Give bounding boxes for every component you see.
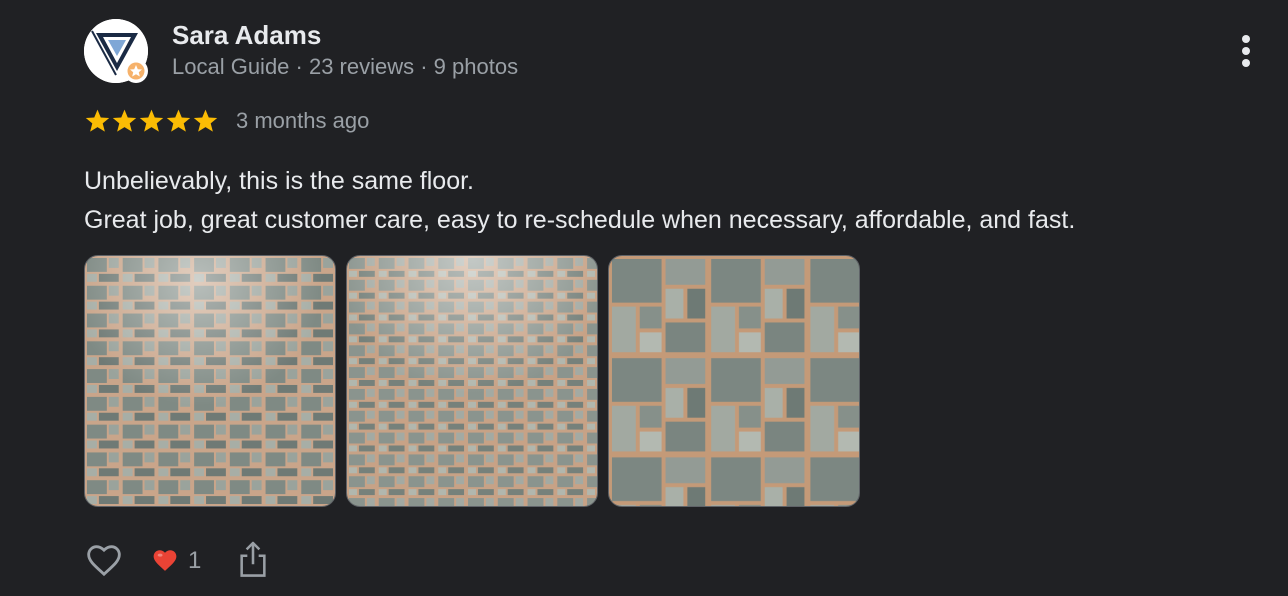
review-line: Unbelievably, this is the same floor. [84, 167, 475, 195]
red-heart-icon [153, 550, 177, 571]
star-icon [112, 109, 137, 132]
local-guide-badge-icon [124, 59, 148, 83]
more-vertical-icon[interactable] [1230, 30, 1262, 74]
star-icon [139, 109, 164, 132]
heart-outline-icon[interactable] [84, 540, 124, 580]
review-text: Unbelievably, this is the same floor. Gr… [84, 162, 1075, 240]
reaction-count: 1 [188, 547, 202, 574]
review-time: 3 months ago [236, 108, 370, 133]
review-line: Great job, great customer care, easy to … [84, 206, 1076, 234]
review-photo-1[interactable] [84, 255, 336, 507]
review-photo-2[interactable] [346, 255, 598, 507]
star-icon [166, 109, 191, 132]
reviewer-name[interactable]: Sara Adams [172, 19, 321, 51]
share-icon[interactable] [236, 540, 270, 580]
review-photo-3[interactable] [608, 255, 860, 507]
star-icon [193, 109, 218, 132]
reviewer-meta: Local Guide · 23 reviews · 9 photos [172, 54, 519, 79]
star-icon [85, 109, 110, 132]
star-rating [84, 108, 219, 136]
review-photos [84, 255, 860, 507]
